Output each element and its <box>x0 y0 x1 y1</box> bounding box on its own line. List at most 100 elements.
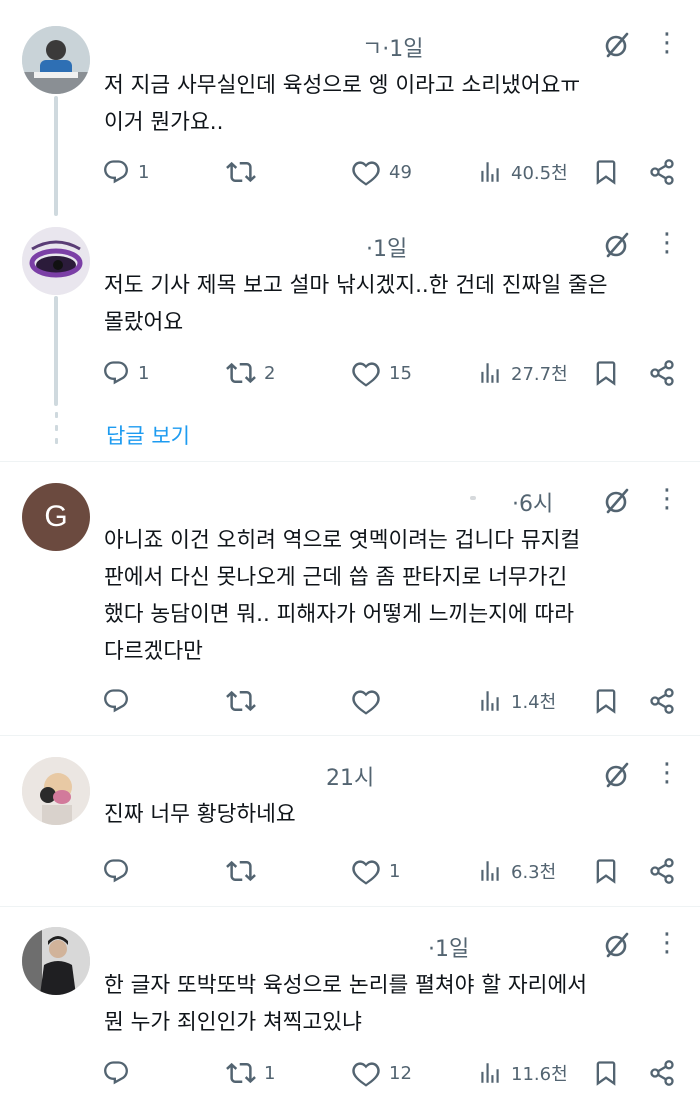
share-button[interactable] <box>648 155 676 189</box>
grok-icon[interactable] <box>602 230 632 260</box>
avatar[interactable] <box>22 927 90 995</box>
tweet-time: ·1일 <box>428 937 470 962</box>
share-button[interactable] <box>648 854 676 888</box>
reply-button[interactable]: 1 <box>102 356 149 390</box>
grok-icon[interactable] <box>602 930 632 960</box>
like-button[interactable]: 49 <box>351 155 412 189</box>
views-icon <box>477 360 503 386</box>
views-icon <box>477 159 503 185</box>
avatar[interactable] <box>22 26 90 94</box>
share-button[interactable] <box>648 1056 676 1090</box>
more-icon[interactable]: ⋮ <box>654 758 680 788</box>
like-button[interactable]: 1 <box>351 854 400 888</box>
like-button[interactable]: 15 <box>351 356 412 390</box>
reply-icon <box>102 857 130 885</box>
tweet-actions: 1.4천 <box>100 684 690 718</box>
views-button[interactable]: 40.5천 <box>477 155 568 189</box>
more-icon[interactable]: ⋮ <box>654 928 680 958</box>
share-icon <box>648 857 676 885</box>
bookmark-icon <box>592 359 620 387</box>
retweet-button[interactable] <box>226 854 264 888</box>
bookmark-button[interactable] <box>592 155 620 189</box>
share-button[interactable] <box>648 684 676 718</box>
tweet-text: 진짜 너무 황당하네요 <box>104 802 296 827</box>
reply-icon <box>102 359 130 387</box>
bookmark-icon <box>592 158 620 186</box>
reply-button[interactable] <box>102 684 138 718</box>
tweet-actions: 1 12 11.6천 <box>100 1056 690 1090</box>
like-icon <box>351 157 381 187</box>
tweet-time: ·1일 <box>366 237 408 262</box>
tweet-text: 아니죠 이건 오히려 역으로 엿멕이려는 겁니다 뮤지컬 판에서 다신 못나오게… <box>104 528 581 664</box>
retweet-icon <box>226 686 256 716</box>
hidden-username <box>470 496 476 500</box>
reply-button[interactable] <box>102 1056 138 1090</box>
tweet-actions: 1 2 15 27.7천 <box>100 356 690 390</box>
views-button[interactable]: 27.7천 <box>477 356 568 390</box>
reply-icon <box>102 1059 130 1087</box>
reply-icon <box>102 687 130 715</box>
tweet-text: 저 지금 사무실인데 육성으로 엥 이라고 소리냈어요ㅠ 이거 뭔가요.. <box>104 73 581 135</box>
reply-icon <box>102 158 130 186</box>
like-icon <box>351 1058 381 1088</box>
views-count: 1.4천 <box>511 692 557 713</box>
tweet-actions: 1 6.3천 <box>100 854 690 888</box>
retweet-count: 2 <box>264 362 276 384</box>
views-icon <box>477 688 503 714</box>
more-icon[interactable]: ⋮ <box>654 228 680 258</box>
thread-line <box>54 96 58 216</box>
bookmark-icon <box>592 1059 620 1087</box>
bookmark-icon <box>592 687 620 715</box>
bookmark-button[interactable] <box>592 356 620 390</box>
divider <box>0 735 700 736</box>
share-icon <box>648 687 676 715</box>
like-count: 1 <box>389 860 401 882</box>
retweet-button[interactable]: 1 <box>226 1056 275 1090</box>
views-button[interactable]: 1.4천 <box>477 684 556 718</box>
grok-icon[interactable] <box>602 486 632 516</box>
bookmark-button[interactable] <box>592 854 620 888</box>
retweet-icon <box>226 1058 256 1088</box>
like-icon <box>351 358 381 388</box>
like-icon <box>351 856 381 886</box>
divider <box>0 906 700 907</box>
views-button[interactable]: 6.3천 <box>477 854 556 888</box>
share-button[interactable] <box>648 356 676 390</box>
avatar[interactable] <box>22 227 90 295</box>
retweet-button[interactable] <box>226 684 264 718</box>
like-count: 12 <box>389 1062 412 1084</box>
more-icon[interactable]: ⋮ <box>654 484 680 514</box>
like-button[interactable] <box>351 684 389 718</box>
thread-line <box>54 296 58 406</box>
reply-button[interactable] <box>102 854 138 888</box>
like-button[interactable]: 12 <box>351 1056 412 1090</box>
retweet-button[interactable]: 2 <box>226 356 275 390</box>
tweet-time: ·6시 <box>512 492 554 517</box>
views-count: 6.3천 <box>511 862 557 883</box>
views-icon <box>477 1060 503 1086</box>
avatar[interactable] <box>22 757 90 825</box>
retweet-button[interactable] <box>226 155 264 189</box>
retweet-icon <box>226 157 256 187</box>
bookmark-button[interactable] <box>592 684 620 718</box>
share-icon <box>648 359 676 387</box>
tweet-text: 저도 기사 제목 보고 설마 낚시겠지..한 건데 진짜일 줄은 몰랐어요 <box>104 273 608 335</box>
views-button[interactable]: 11.6천 <box>477 1056 568 1090</box>
avatar-letter: G <box>44 500 68 533</box>
like-count: 15 <box>389 362 412 384</box>
share-icon <box>648 158 676 186</box>
views-icon <box>477 858 503 884</box>
reply-button[interactable]: 1 <box>102 155 149 189</box>
tweet-actions: 1 49 40.5천 <box>100 155 690 189</box>
views-count: 27.7천 <box>511 364 568 385</box>
reply-count: 1 <box>138 362 150 384</box>
show-replies-link[interactable]: 답글 보기 <box>106 420 190 450</box>
views-count: 11.6천 <box>511 1064 568 1085</box>
thread-dots <box>55 412 58 451</box>
bookmark-button[interactable] <box>592 1056 620 1090</box>
more-icon[interactable]: ⋮ <box>654 28 680 58</box>
avatar[interactable]: G <box>22 483 90 551</box>
divider <box>0 461 700 462</box>
grok-icon[interactable] <box>602 760 632 790</box>
grok-icon[interactable] <box>602 30 632 60</box>
